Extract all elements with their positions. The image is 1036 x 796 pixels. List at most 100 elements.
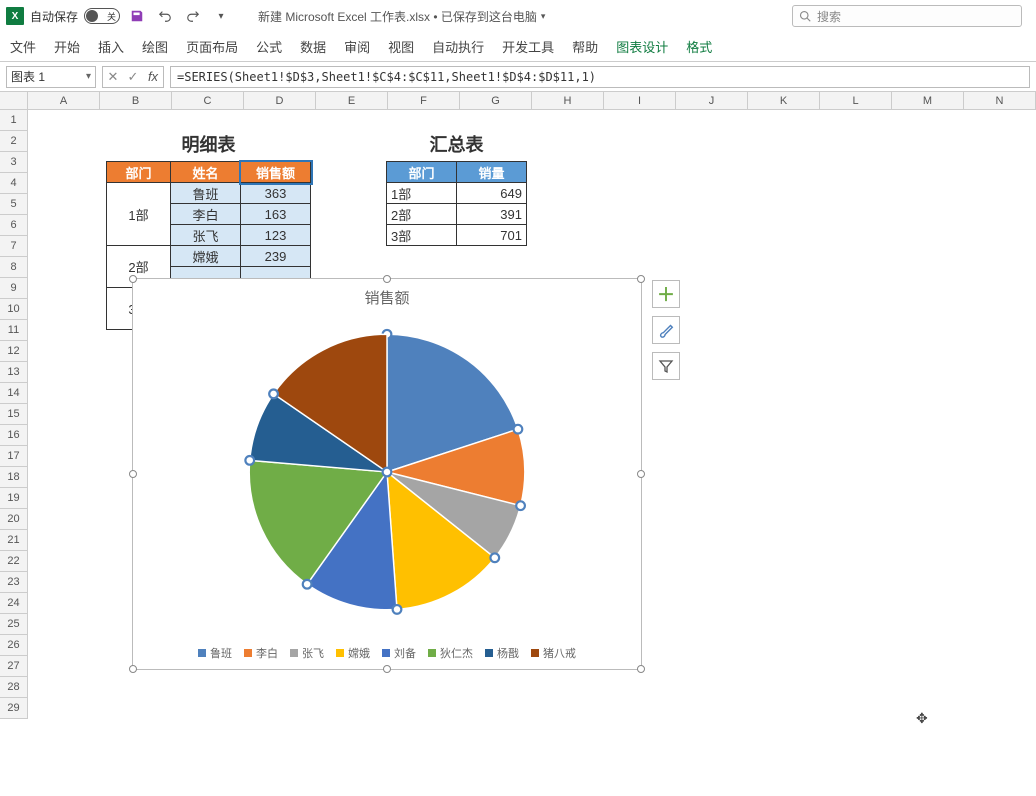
- funnel-icon: [658, 358, 674, 374]
- chart-filters-button[interactable]: [652, 352, 680, 380]
- ribbon-tabs: 文件开始插入绘图页面布局公式数据审阅视图自动执行开发工具帮助图表设计格式: [0, 32, 1036, 62]
- row-header-23[interactable]: 23: [0, 572, 28, 593]
- name-box[interactable]: 图表 1▾: [6, 66, 96, 88]
- tab-视图[interactable]: 视图: [388, 37, 414, 56]
- row-header-15[interactable]: 15: [0, 404, 28, 425]
- qat-customize-icon[interactable]: ▾: [210, 5, 232, 27]
- column-headers: ABCDEFGHIJKLMN: [0, 92, 1036, 110]
- chart-elements-button[interactable]: ＋: [652, 280, 680, 308]
- redo-button[interactable]: [182, 5, 204, 27]
- search-box[interactable]: 搜索: [792, 5, 1022, 27]
- col-header-L[interactable]: L: [820, 92, 892, 110]
- undo-button[interactable]: [154, 5, 176, 27]
- autosave-toggle[interactable]: 关: [84, 8, 120, 24]
- row-header-20[interactable]: 20: [0, 509, 28, 530]
- save-button[interactable]: [126, 5, 148, 27]
- row-header-10[interactable]: 10: [0, 299, 28, 320]
- cursor-icon: ✥: [916, 710, 928, 727]
- legend-item-张飞[interactable]: 张飞: [290, 645, 324, 661]
- table-row: 3部701: [387, 225, 527, 246]
- chart-title[interactable]: 销售额: [133, 287, 641, 308]
- row-header-4[interactable]: 4: [0, 173, 28, 194]
- tab-页面布局[interactable]: 页面布局: [186, 37, 238, 56]
- legend-item-刘备[interactable]: 刘备: [382, 645, 416, 661]
- row-header-5[interactable]: 5: [0, 194, 28, 215]
- titlebar: X 自动保存 关 ▾ 新建 Microsoft Excel 工作表.xlsx •…: [0, 0, 1036, 32]
- row-header-26[interactable]: 26: [0, 635, 28, 656]
- row-header-6[interactable]: 6: [0, 215, 28, 236]
- tab-绘图[interactable]: 绘图: [142, 37, 168, 56]
- row-header-8[interactable]: 8: [0, 257, 28, 278]
- fx-icon[interactable]: fx: [143, 67, 163, 87]
- row-header-16[interactable]: 16: [0, 425, 28, 446]
- tab-图表设计[interactable]: 图表设计: [616, 37, 668, 56]
- col-header-I[interactable]: I: [604, 92, 676, 110]
- tab-数据[interactable]: 数据: [300, 37, 326, 56]
- chart-object[interactable]: 销售额 鲁班李白张飞嫦娥刘备狄仁杰杨戬猪八戒: [132, 278, 642, 670]
- chart-styles-button[interactable]: [652, 316, 680, 344]
- pie-plot-area[interactable]: [242, 327, 532, 617]
- row-header-11[interactable]: 11: [0, 320, 28, 341]
- table-row: 1部 鲁班 363: [107, 183, 311, 204]
- chart-side-buttons: ＋: [652, 280, 680, 380]
- row-header-2[interactable]: 2: [0, 131, 28, 152]
- tab-自动执行[interactable]: 自动执行: [432, 37, 484, 56]
- tab-帮助[interactable]: 帮助: [572, 37, 598, 56]
- accept-formula-icon[interactable]: ✓: [123, 67, 143, 87]
- tab-插入[interactable]: 插入: [98, 37, 124, 56]
- row-header-3[interactable]: 3: [0, 152, 28, 173]
- row-header-28[interactable]: 28: [0, 677, 28, 698]
- legend-item-猪八戒[interactable]: 猪八戒: [531, 645, 576, 661]
- row-header-14[interactable]: 14: [0, 383, 28, 404]
- row-header-13[interactable]: 13: [0, 362, 28, 383]
- search-icon: [799, 10, 811, 22]
- summary-header-qty: 销量: [457, 162, 527, 183]
- legend-item-嫦娥[interactable]: 嫦娥: [336, 645, 370, 661]
- tab-审阅[interactable]: 审阅: [344, 37, 370, 56]
- chart-legend[interactable]: 鲁班李白张飞嫦娥刘备狄仁杰杨戬猪八戒: [133, 645, 641, 661]
- row-header-25[interactable]: 25: [0, 614, 28, 635]
- col-header-K[interactable]: K: [748, 92, 820, 110]
- tab-文件[interactable]: 文件: [10, 37, 36, 56]
- spreadsheet-grid: ABCDEFGHIJKLMN 1234567891011121314151617…: [0, 92, 1036, 796]
- col-header-N[interactable]: N: [964, 92, 1036, 110]
- col-header-E[interactable]: E: [316, 92, 388, 110]
- formula-input[interactable]: =SERIES(Sheet1!$D$3,Sheet1!$C$4:$C$11,Sh…: [170, 66, 1030, 88]
- legend-item-李白[interactable]: 李白: [244, 645, 278, 661]
- legend-item-杨戬[interactable]: 杨戬: [485, 645, 519, 661]
- row-header-24[interactable]: 24: [0, 593, 28, 614]
- row-header-21[interactable]: 21: [0, 530, 28, 551]
- col-header-H[interactable]: H: [532, 92, 604, 110]
- col-header-F[interactable]: F: [388, 92, 460, 110]
- select-all-corner[interactable]: [0, 92, 28, 110]
- cells-area[interactable]: 明细表 部门 姓名 销售额 1部 鲁班 363 李白 163 张飞: [28, 110, 1036, 796]
- col-header-G[interactable]: G: [460, 92, 532, 110]
- cancel-formula-icon[interactable]: ✕: [103, 67, 123, 87]
- tab-格式[interactable]: 格式: [686, 37, 712, 56]
- row-header-19[interactable]: 19: [0, 488, 28, 509]
- row-header-7[interactable]: 7: [0, 236, 28, 257]
- col-header-D[interactable]: D: [244, 92, 316, 110]
- col-header-A[interactable]: A: [28, 92, 100, 110]
- tab-开发工具[interactable]: 开发工具: [502, 37, 554, 56]
- formula-buttons: ✕ ✓ fx: [102, 66, 164, 88]
- row-header-29[interactable]: 29: [0, 698, 28, 719]
- col-header-M[interactable]: M: [892, 92, 964, 110]
- tab-公式[interactable]: 公式: [256, 37, 282, 56]
- row-header-17[interactable]: 17: [0, 446, 28, 467]
- row-header-1[interactable]: 1: [0, 110, 28, 131]
- row-header-12[interactable]: 12: [0, 341, 28, 362]
- col-header-B[interactable]: B: [100, 92, 172, 110]
- col-header-C[interactable]: C: [172, 92, 244, 110]
- row-header-27[interactable]: 27: [0, 656, 28, 677]
- summary-header-dept: 部门: [387, 162, 457, 183]
- summary-table: 汇总表 部门 销量 1部649 2部391 3部701: [386, 131, 527, 246]
- row-header-9[interactable]: 9: [0, 278, 28, 299]
- legend-item-鲁班[interactable]: 鲁班: [198, 645, 232, 661]
- row-header-18[interactable]: 18: [0, 467, 28, 488]
- row-header-22[interactable]: 22: [0, 551, 28, 572]
- detail-table-title: 明细表: [106, 131, 311, 161]
- tab-开始[interactable]: 开始: [54, 37, 80, 56]
- col-header-J[interactable]: J: [676, 92, 748, 110]
- legend-item-狄仁杰[interactable]: 狄仁杰: [428, 645, 473, 661]
